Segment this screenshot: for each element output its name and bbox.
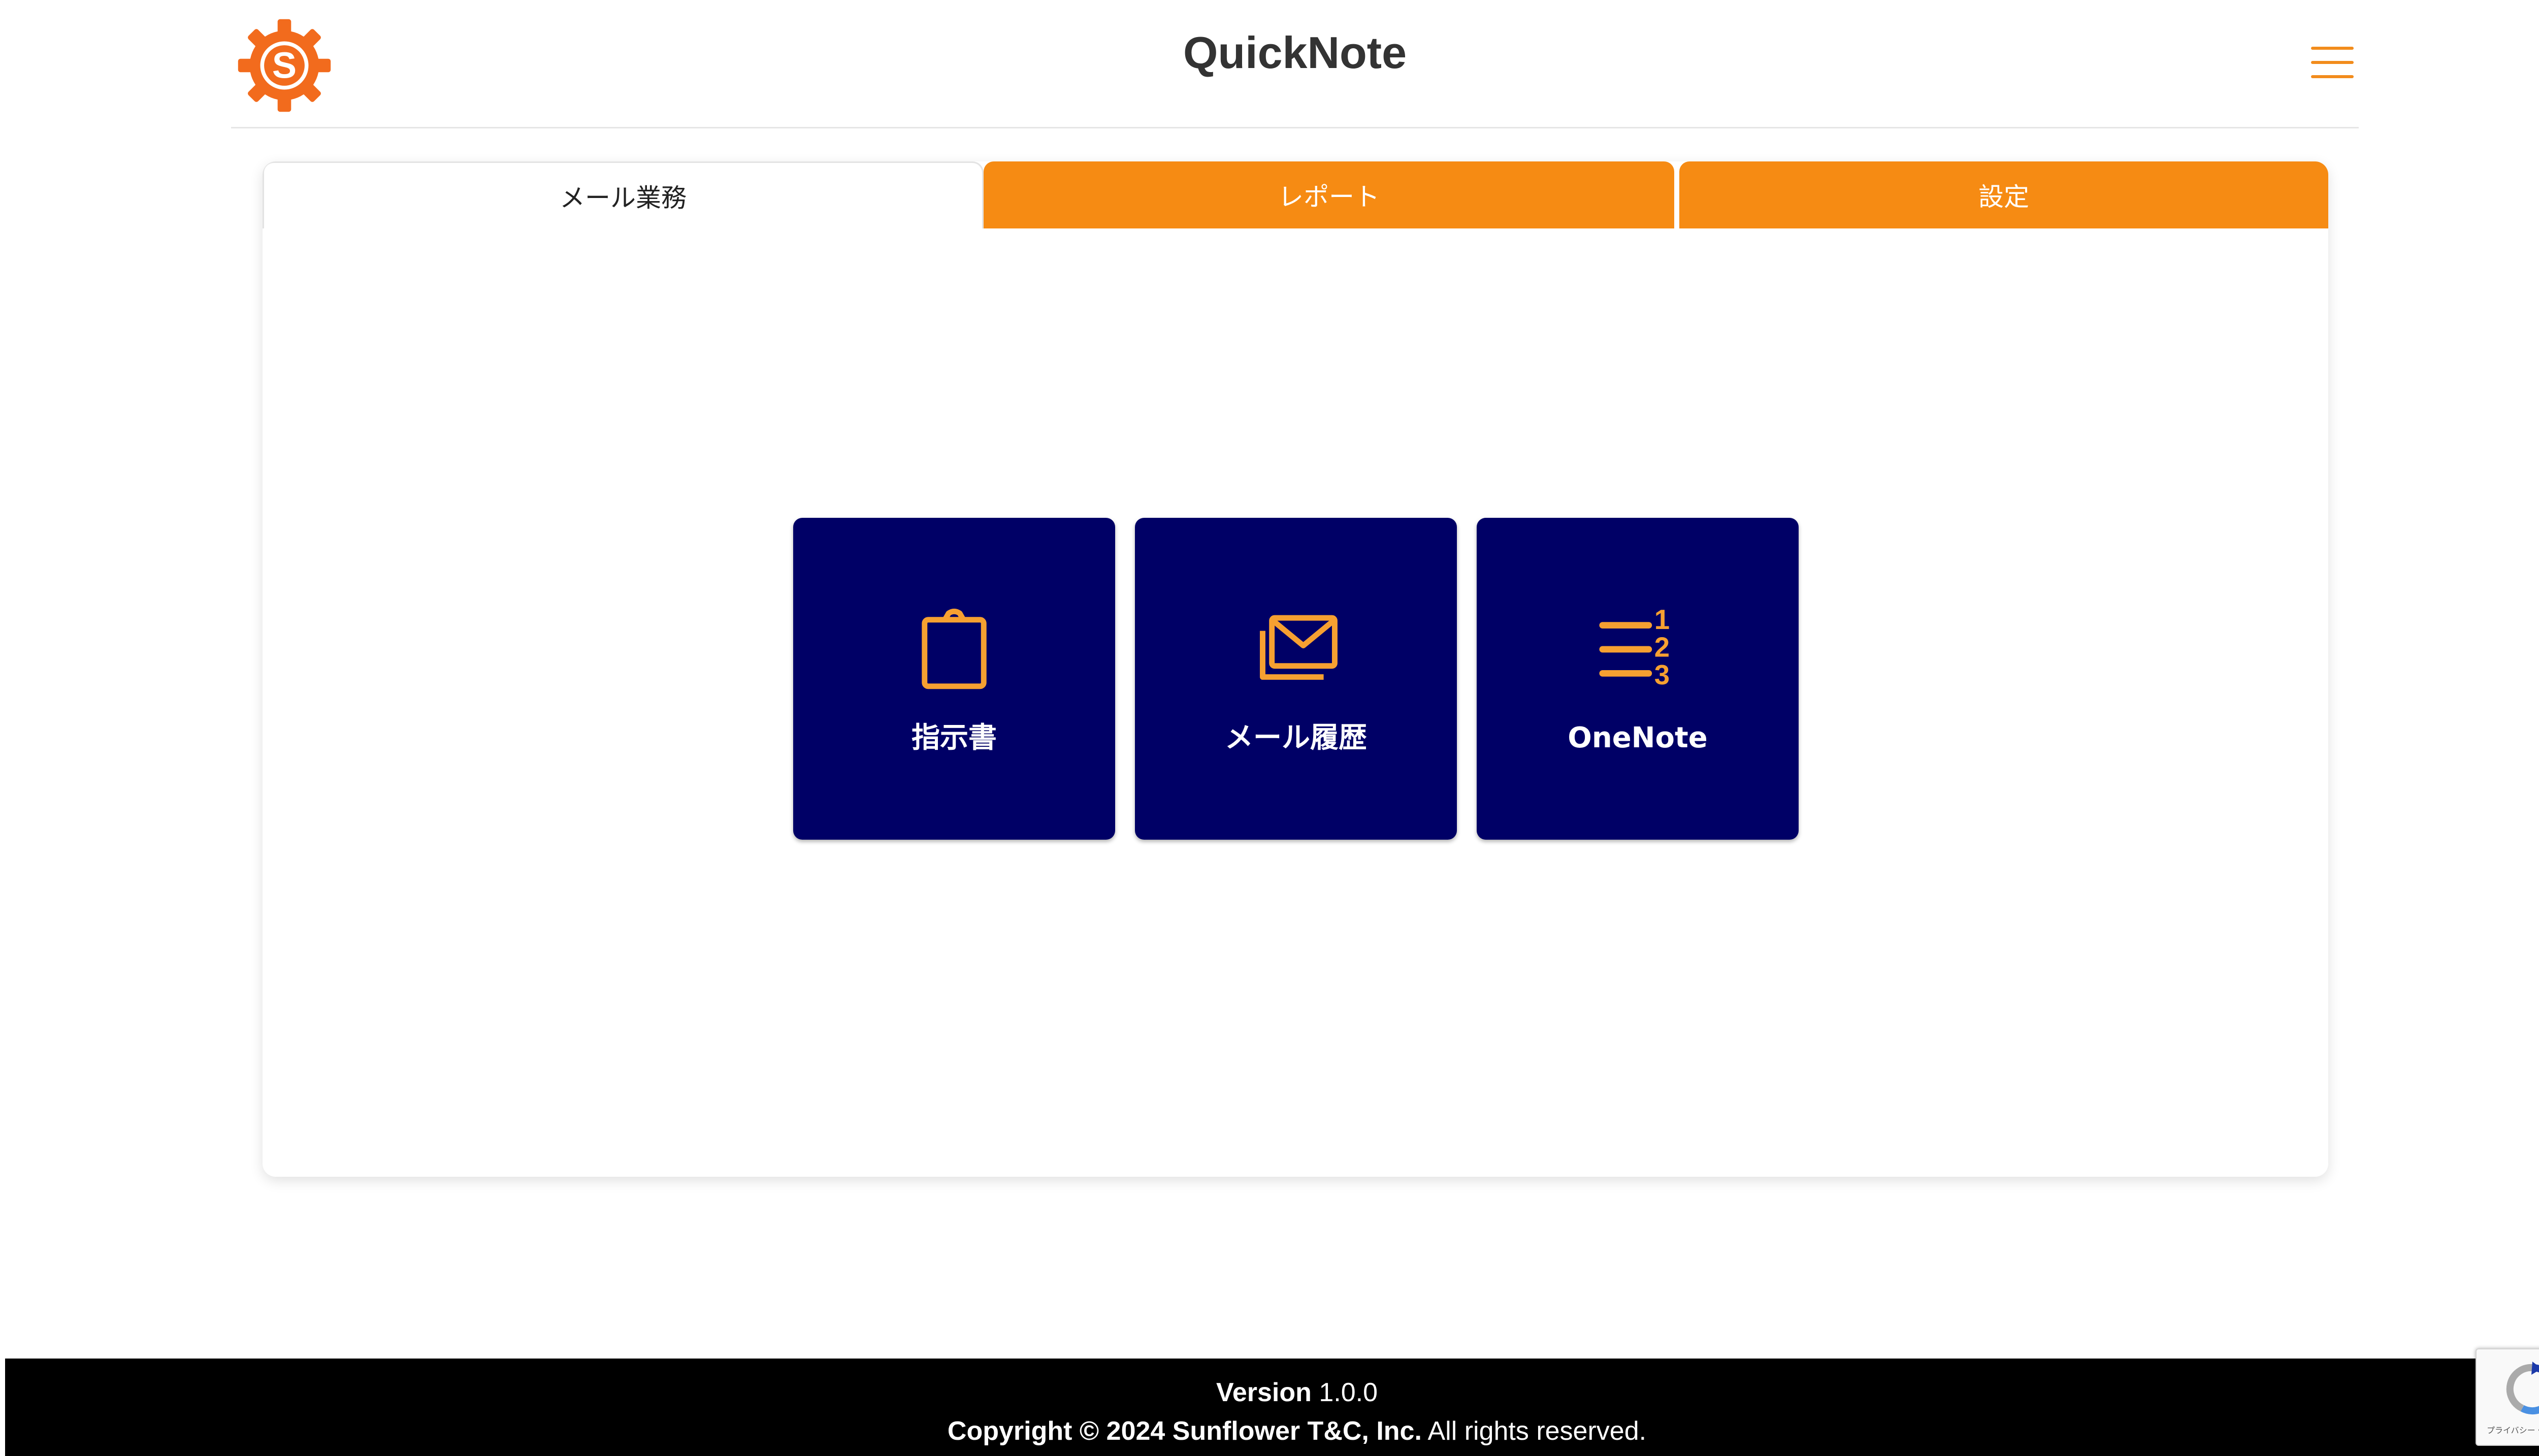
svg-text:2: 2 [1654,632,1670,663]
copyright-text: Copyright © 2024 Sunflower T&C, Inc. [947,1416,1422,1446]
version-value: 1.0.0 [1319,1378,1378,1407]
recaptcha-privacy-terms-link[interactable]: プライバシー・利用規約 [2487,1424,2539,1436]
tile-instructions-button[interactable]: 指示書 [793,518,1115,840]
svg-text:1: 1 [1654,604,1670,635]
recaptcha-badge[interactable]: プライバシー・利用規約 [2476,1348,2539,1446]
version-label: Version [1216,1378,1312,1407]
numbered-list-icon: 1 2 3 [1591,603,1684,696]
hamburger-menu-icon[interactable] [2311,47,2354,79]
svg-text:3: 3 [1654,659,1670,690]
version-line: Version 1.0.0 [5,1377,2539,1408]
copyright-line: Copyright © 2024 Sunflower T&C, Inc. All… [5,1415,2539,1447]
tab-bar: メール業務 レポート 設定 [263,161,2328,228]
app-header: S QuickNote [231,0,2359,128]
recaptcha-icon [2506,1362,2539,1415]
mail-history-icon [1250,603,1342,696]
tile-onenote-button[interactable]: 1 2 3 OneNote [1477,518,1799,840]
page-footer: Version 1.0.0 Copyright © 2024 Sunflower… [5,1359,2539,1456]
tile-mail-history-button[interactable]: メール履歴 [1135,518,1457,840]
tile-label: OneNote [1568,721,1708,754]
rights-text: All rights reserved. [1427,1416,1647,1446]
tab-mail-work[interactable]: メール業務 [263,161,984,228]
tab-report[interactable]: レポート [984,161,1674,228]
clipboard-icon [908,603,1000,696]
app-title: QuickNote [1183,27,1407,78]
tile-label: メール履歴 [1225,721,1367,754]
main-card: メール業務 レポート 設定 指示書 メール履歴 1 2 3 OneNote [263,161,2328,1177]
tile-grid: 指示書 メール履歴 1 2 3 OneNote [793,518,1799,840]
tile-label: 指示書 [912,721,997,754]
tab-settings[interactable]: 設定 [1679,161,2328,228]
